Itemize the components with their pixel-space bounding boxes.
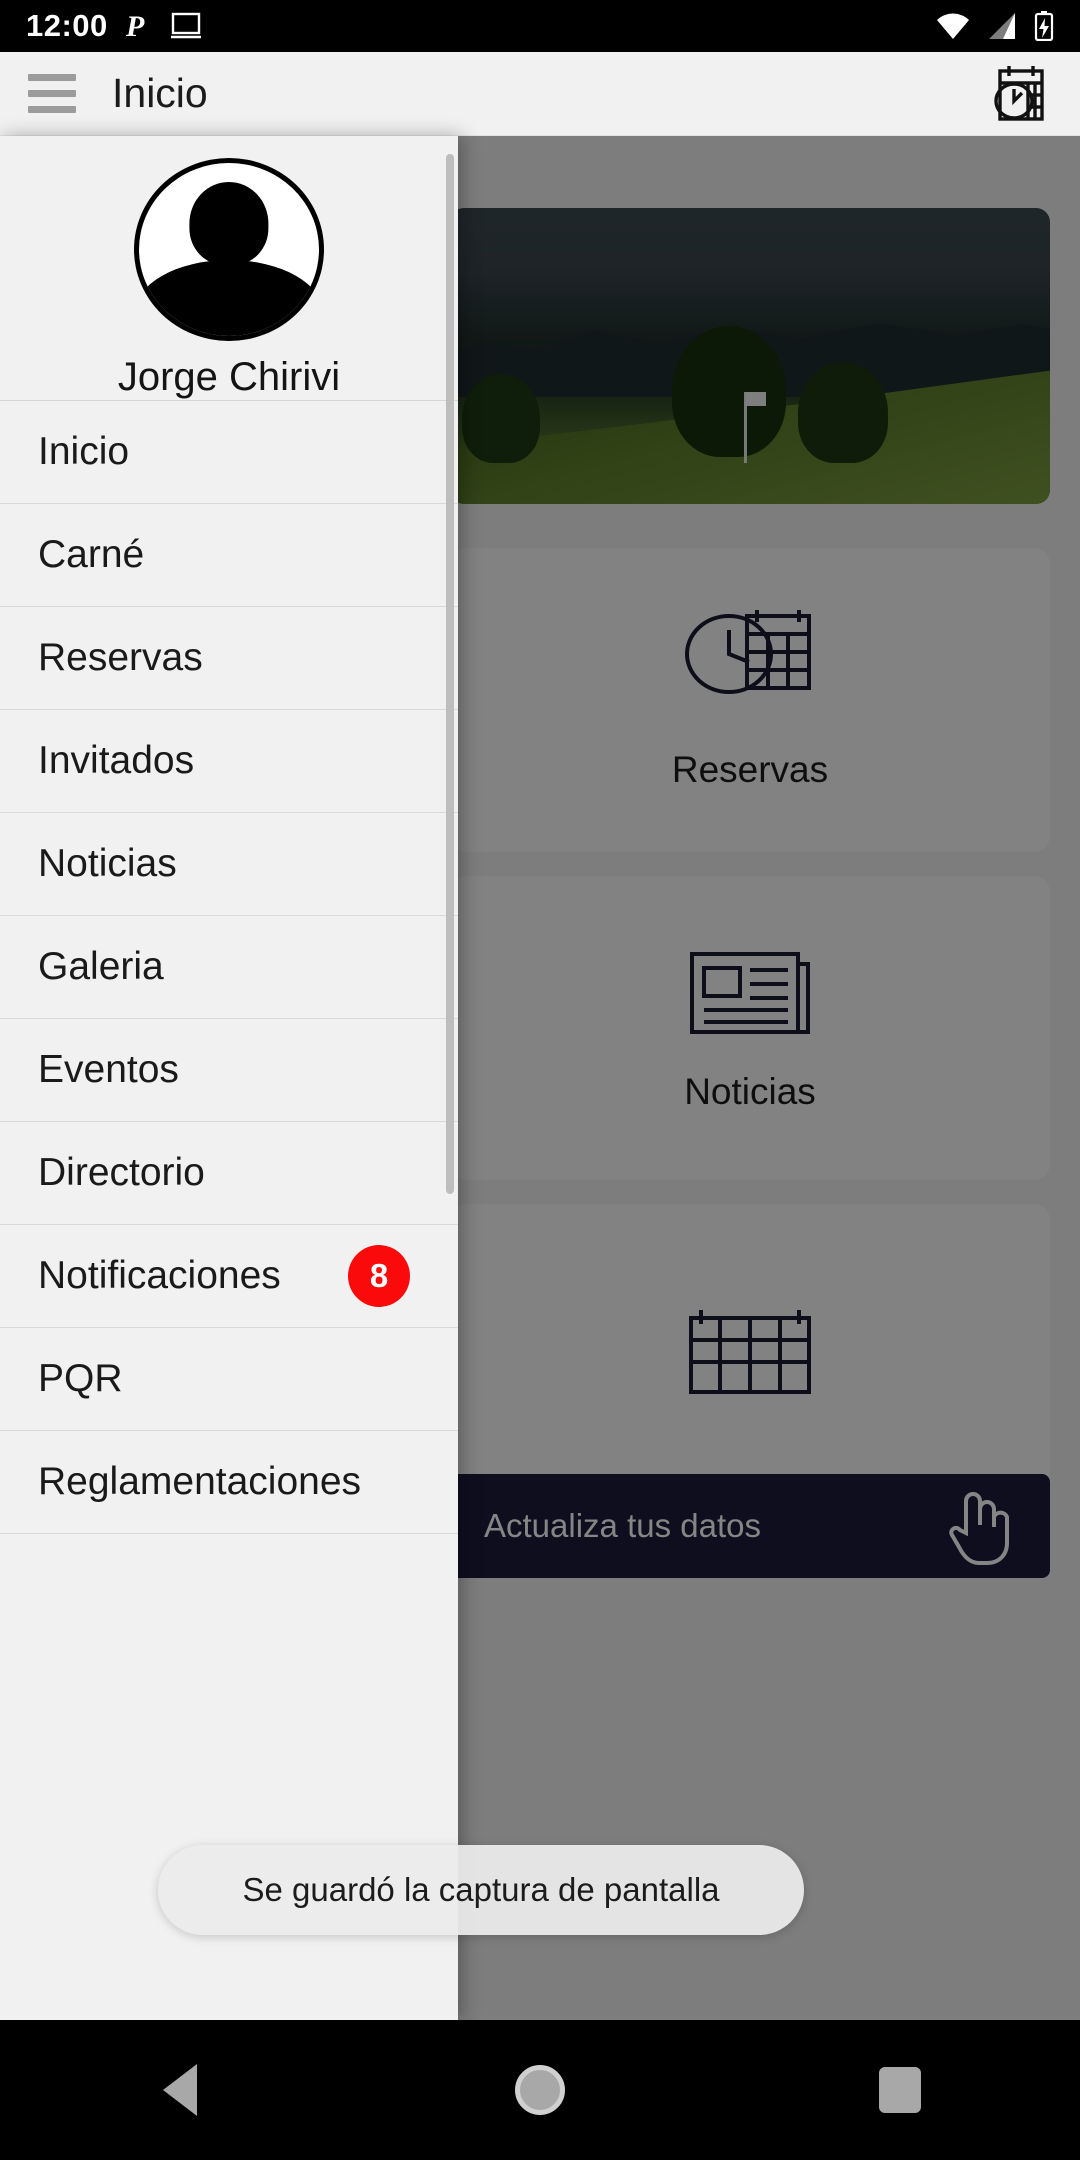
app-bar: Inicio: [0, 52, 1080, 136]
drawer-item-label: Reservas: [38, 636, 203, 679]
wifi-icon: [936, 12, 970, 40]
drawer-item-label: Noticias: [38, 842, 177, 885]
cast-screen-icon: [170, 11, 202, 41]
drawer-item-eventos[interactable]: Eventos: [0, 1019, 458, 1122]
drawer-item-inicio[interactable]: Inicio: [0, 401, 458, 504]
cellular-signal-icon: [987, 12, 1017, 40]
toast-screenshot-saved: Se guardó la captura de pantalla: [158, 1845, 804, 1935]
drawer-item-reglamentaciones[interactable]: Reglamentaciones: [0, 1431, 458, 1534]
drawer-item-invitados[interactable]: Invitados: [0, 710, 458, 813]
home-circle-icon[interactable]: [470, 2020, 610, 2160]
avatar[interactable]: [134, 158, 324, 341]
drawer-item-reservas[interactable]: Reservas: [0, 607, 458, 710]
drawer-item-label: Inicio: [38, 430, 130, 473]
status-bar-clock: 12:00: [26, 8, 108, 43]
drawer-item-pqr[interactable]: PQR: [0, 1328, 458, 1431]
drawer-item-label: Galeria: [38, 945, 164, 988]
drawer-item-directorio[interactable]: Directorio: [0, 1122, 458, 1225]
phone-screen: Reservas Noticias Actualiza tus datos 12…: [0, 0, 1080, 2160]
p-app-icon: P: [126, 9, 152, 43]
drawer-item-label: Carné: [38, 533, 145, 576]
android-navigation-bar: [0, 2020, 1080, 2160]
back-triangle-icon[interactable]: [110, 2020, 250, 2160]
drawer-item-label: Eventos: [38, 1048, 179, 1091]
drawer-item-label: Invitados: [38, 739, 195, 782]
drawer-item-label: Reglamentaciones: [38, 1460, 362, 1503]
status-bar: 12:00 P: [0, 0, 1080, 52]
drawer-item-label: Notificaciones: [38, 1254, 281, 1297]
battery-charging-icon: [1034, 11, 1054, 41]
drawer-item-noticias[interactable]: Noticias: [0, 813, 458, 916]
hamburger-menu-icon[interactable]: [28, 74, 76, 113]
drawer-item-notificaciones[interactable]: Notificaciones 8: [0, 1225, 458, 1328]
drawer-username: Jorge Chirivi: [117, 355, 341, 399]
drawer-menu-list: Inicio Carné Reservas Invitados Noticias…: [0, 401, 458, 1534]
navigation-drawer: Jorge Chirivi Inicio Carné Reservas Invi…: [0, 136, 458, 2020]
recents-square-icon[interactable]: [830, 2020, 970, 2160]
drawer-header: Jorge Chirivi: [0, 136, 458, 401]
drawer-item-carne[interactable]: Carné: [0, 504, 458, 607]
toast-message: Se guardó la captura de pantalla: [242, 1871, 720, 1908]
drawer-item-label: Directorio: [38, 1151, 205, 1194]
page-title: Inicio: [112, 70, 208, 116]
status-badge: 8: [348, 1245, 410, 1307]
drawer-scrollbar[interactable]: [446, 154, 454, 1194]
svg-text:P: P: [126, 10, 145, 43]
calendar-clock-icon[interactable]: [986, 61, 1052, 127]
drawer-item-galeria[interactable]: Galeria: [0, 916, 458, 1019]
drawer-item-label: PQR: [38, 1357, 123, 1400]
